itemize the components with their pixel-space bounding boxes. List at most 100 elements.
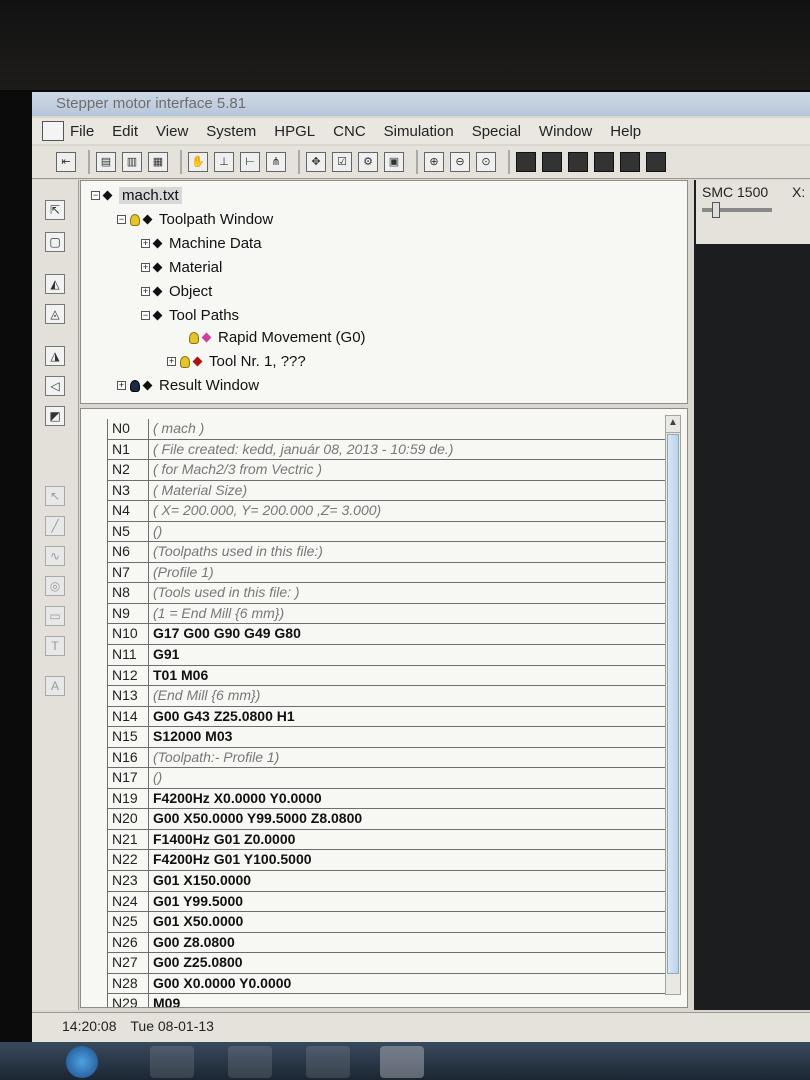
- settings-icon[interactable]: ⚙: [358, 152, 378, 172]
- tree-object[interactable]: Object: [169, 283, 212, 300]
- flip-vertical-icon[interactable]: ◁: [45, 376, 65, 396]
- view-wire-icon[interactable]: [646, 152, 666, 172]
- menu-file[interactable]: File: [70, 123, 94, 140]
- gcode-editor[interactable]: N0( mach ) N1( File created: kedd, január…: [80, 408, 688, 1008]
- polyline-icon[interactable]: ∿: [45, 546, 65, 566]
- start-button[interactable]: [66, 1046, 98, 1078]
- menu-edit[interactable]: Edit: [112, 123, 138, 140]
- gcode-row[interactable]: N19 F4200Hz X0.0000 Y0.0000: [107, 788, 667, 810]
- collapse-icon[interactable]: −: [91, 191, 100, 200]
- menu-cnc[interactable]: CNC: [333, 123, 366, 140]
- expand-icon[interactable]: +: [141, 287, 150, 296]
- tree-material[interactable]: Material: [169, 259, 222, 276]
- scroll-thumb[interactable]: [667, 434, 679, 974]
- tree-tool-paths[interactable]: Tool Paths: [169, 307, 239, 324]
- expand-icon[interactable]: +: [141, 239, 150, 248]
- app-taskbar-icon[interactable]: [306, 1046, 350, 1078]
- gcode-row[interactable]: N25 G01 X50.0000: [107, 912, 667, 933]
- gcode-row[interactable]: N28 G00 X0.0000 Y0.0000: [107, 973, 667, 995]
- tree-root[interactable]: mach.txt: [119, 187, 182, 204]
- gcode-row[interactable]: N11 G91: [107, 645, 667, 666]
- rectangle-icon[interactable]: ▭: [45, 606, 65, 626]
- speed-slider-thumb[interactable]: [712, 202, 720, 218]
- rotate-icon[interactable]: ◬: [45, 304, 65, 324]
- tree-tool[interactable]: Tool Nr. 1, ???: [209, 353, 306, 370]
- checklist-icon[interactable]: ☑: [332, 152, 352, 172]
- gcode-row[interactable]: N4( X= 200.000, Y= 200.000 ,Z= 3.000): [107, 501, 667, 522]
- menu-hpgl[interactable]: HPGL: [274, 123, 315, 140]
- lightbulb-icon[interactable]: [180, 355, 190, 368]
- cnc-taskbar-icon[interactable]: [380, 1046, 424, 1078]
- pointer-icon[interactable]: ↖: [45, 486, 65, 506]
- move-icon[interactable]: ✥: [306, 152, 326, 172]
- tree-rapid-movement[interactable]: Rapid Movement (G0): [218, 329, 366, 346]
- font-icon[interactable]: A: [45, 676, 65, 696]
- lightbulb-icon[interactable]: [130, 213, 140, 226]
- print-icon[interactable]: ▥: [122, 152, 142, 172]
- gcode-row[interactable]: N7 (Profile 1): [107, 562, 667, 584]
- browser-taskbar-icon[interactable]: [150, 1046, 194, 1078]
- view-front-icon[interactable]: [542, 152, 562, 172]
- zoom-out-icon[interactable]: ⊖: [450, 152, 470, 172]
- gcode-row[interactable]: N22 F4200Hz G01 Y100.5000: [107, 850, 667, 872]
- gcode-row[interactable]: N14 G00 G43 Z25.0800 H1: [107, 706, 667, 728]
- gcode-row[interactable]: N9 (1 = End Mill {6 mm}): [107, 603, 667, 625]
- expand-icon[interactable]: +: [117, 381, 126, 390]
- tool-axis-icon[interactable]: ⋔: [266, 152, 286, 172]
- gcode-row[interactable]: N23 G01 X150.0000: [107, 871, 667, 892]
- lightbulb-off-icon[interactable]: [130, 379, 140, 392]
- menu-special[interactable]: Special: [472, 123, 521, 140]
- gcode-row[interactable]: N1( File created: kedd, január 08, 2013 …: [107, 439, 667, 461]
- gcode-row[interactable]: N0( mach ): [107, 419, 667, 440]
- save-icon[interactable]: ▢: [45, 232, 65, 252]
- mirror-icon[interactable]: ◭: [45, 274, 65, 294]
- gcode-row[interactable]: N17(): [107, 768, 667, 789]
- circle-icon[interactable]: ◎: [45, 576, 65, 596]
- view-top-icon[interactable]: [568, 152, 588, 172]
- tree-toolpath-window[interactable]: Toolpath Window: [159, 211, 273, 228]
- vertical-scrollbar[interactable]: ▲: [665, 415, 681, 995]
- view-cube-icon[interactable]: [516, 152, 536, 172]
- open-icon[interactable]: ⇱: [45, 200, 65, 220]
- menu-simulation[interactable]: Simulation: [384, 123, 454, 140]
- collapse-icon[interactable]: −: [141, 311, 150, 320]
- gcode-row[interactable]: N5(): [107, 521, 667, 543]
- flip-horizontal-icon[interactable]: ◮: [45, 346, 65, 366]
- collapse-icon[interactable]: −: [117, 215, 126, 224]
- app-icon[interactable]: [42, 121, 64, 141]
- menu-window[interactable]: Window: [539, 123, 592, 140]
- gcode-row[interactable]: N13 (End Mill {6 mm}): [107, 686, 667, 707]
- move-axis-icon[interactable]: ⊢: [240, 152, 260, 172]
- gcode-row[interactable]: N20 G00 X50.0000 Y99.5000 Z8.0800: [107, 809, 667, 830]
- shear-icon[interactable]: ◩: [45, 406, 65, 426]
- print-preview-icon[interactable]: ▦: [148, 152, 168, 172]
- expand-icon[interactable]: +: [167, 357, 176, 366]
- gcode-row[interactable]: N24 G01 Y99.5000: [107, 891, 667, 913]
- view-iso-icon[interactable]: [620, 152, 640, 172]
- gcode-row[interactable]: N21 F1400Hz G01 Z0.0000: [107, 829, 667, 851]
- page-setup-icon[interactable]: ▤: [96, 152, 116, 172]
- gcode-row[interactable]: N29 M09: [107, 994, 667, 1007]
- zoom-fit-icon[interactable]: ⊙: [476, 152, 496, 172]
- gcode-row[interactable]: N15 S12000 M03: [107, 727, 667, 748]
- folder-taskbar-icon[interactable]: [228, 1046, 272, 1078]
- expand-icon[interactable]: +: [141, 263, 150, 272]
- menu-help[interactable]: Help: [610, 123, 641, 140]
- axis-icon[interactable]: ⊥: [214, 152, 234, 172]
- view-side-icon[interactable]: [594, 152, 614, 172]
- zoom-in-icon[interactable]: ⊕: [424, 152, 444, 172]
- gcode-row[interactable]: N8 (Tools used in this file: ): [107, 583, 667, 604]
- gcode-row[interactable]: N12 T01 M06: [107, 665, 667, 687]
- gcode-row[interactable]: N3( Material Size): [107, 480, 667, 502]
- gcode-row[interactable]: N27 G00 Z25.0800: [107, 953, 667, 974]
- gcode-row[interactable]: N26 G00 Z8.0800: [107, 932, 667, 954]
- text-icon[interactable]: T: [45, 636, 65, 656]
- scroll-up-icon[interactable]: ▲: [666, 416, 680, 433]
- menu-view[interactable]: View: [156, 123, 188, 140]
- gcode-row[interactable]: N16 (Toolpath:- Profile 1): [107, 747, 667, 769]
- tree-machine-data[interactable]: Machine Data: [169, 235, 262, 252]
- hand-icon[interactable]: ✋: [188, 152, 208, 172]
- exit-icon[interactable]: ⇤: [56, 152, 76, 172]
- gcode-row[interactable]: N10 G17 G00 G90 G49 G80: [107, 624, 667, 646]
- line-icon[interactable]: ╱: [45, 516, 65, 536]
